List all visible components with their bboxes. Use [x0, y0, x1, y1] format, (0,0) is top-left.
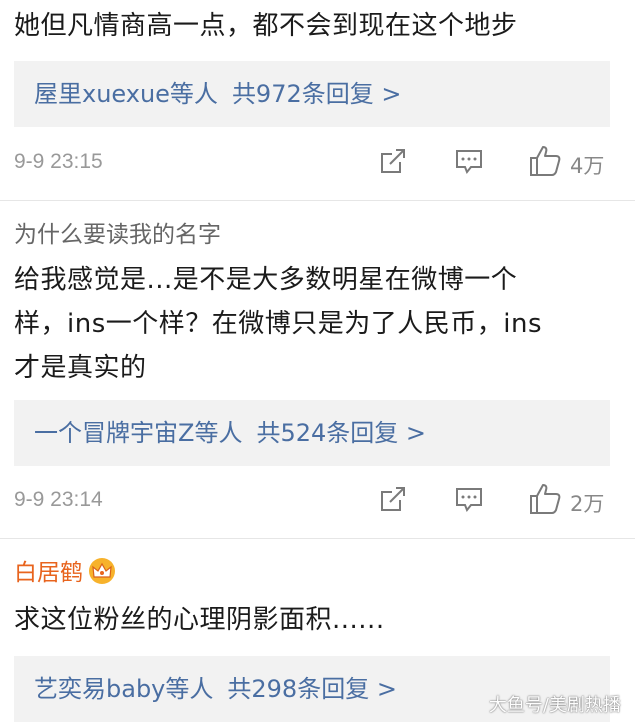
comment-2-line-3: 才是真实的	[14, 353, 147, 383]
reply-users: 一个冒牌宇宙Z等人	[34, 419, 243, 447]
watermark: 大鱼号/美剧热播	[488, 695, 621, 716]
comment-1-replies-link[interactable]: 屋里xuexue等人 共972条回复 >	[14, 61, 610, 127]
like-count: 2万	[570, 492, 605, 516]
comment-icon[interactable]	[454, 146, 484, 176]
reply-count: 共972条回复 >	[231, 80, 402, 108]
comment-2-line-1: 给我感觉是...是不是大多数明星在微博一个	[14, 265, 518, 295]
timestamp: 9-9 23:15	[14, 150, 103, 173]
username-label: 白居鹤	[14, 560, 83, 586]
reply-users: 艺奕易baby等人	[34, 675, 214, 703]
timestamp: 9-9 23:14	[14, 488, 103, 511]
comment-2-username[interactable]: 为什么要读我的名字	[14, 220, 221, 250]
comment-icon[interactable]	[454, 484, 484, 514]
comment-3-text: 求这位粉丝的心理阴影面积......	[14, 605, 385, 635]
comment-1-text: 她但凡情商高一点，都不会到现在这个地步	[14, 11, 518, 41]
comment-2-replies-link[interactable]: 一个冒牌宇宙Z等人 共524条回复 >	[14, 400, 610, 466]
comment-2-actions: 9-9 23:14 2万	[14, 482, 614, 522]
divider	[0, 538, 635, 539]
crown-icon	[89, 558, 115, 584]
share-icon[interactable]	[378, 146, 408, 176]
comment-2-line-2: 样，ins一个样？在微博只是为了人民币，ins	[14, 309, 542, 339]
comment-3-username[interactable]: 白居鹤	[14, 558, 115, 588]
like-count: 4万	[570, 154, 605, 178]
share-icon[interactable]	[378, 484, 408, 514]
reply-count: 共298条回复 >	[227, 675, 397, 703]
like-icon[interactable]	[528, 144, 562, 178]
divider	[0, 200, 635, 201]
reply-users: 屋里xuexue等人	[34, 80, 218, 108]
comment-1-actions: 9-9 23:15 4万	[14, 144, 614, 184]
reply-count: 共524条回复 >	[256, 419, 426, 447]
comment-2-text: 给我感觉是...是不是大多数明星在微博一个 样，ins一个样？在微博只是为了人民…	[14, 258, 615, 390]
like-icon[interactable]	[528, 482, 562, 516]
